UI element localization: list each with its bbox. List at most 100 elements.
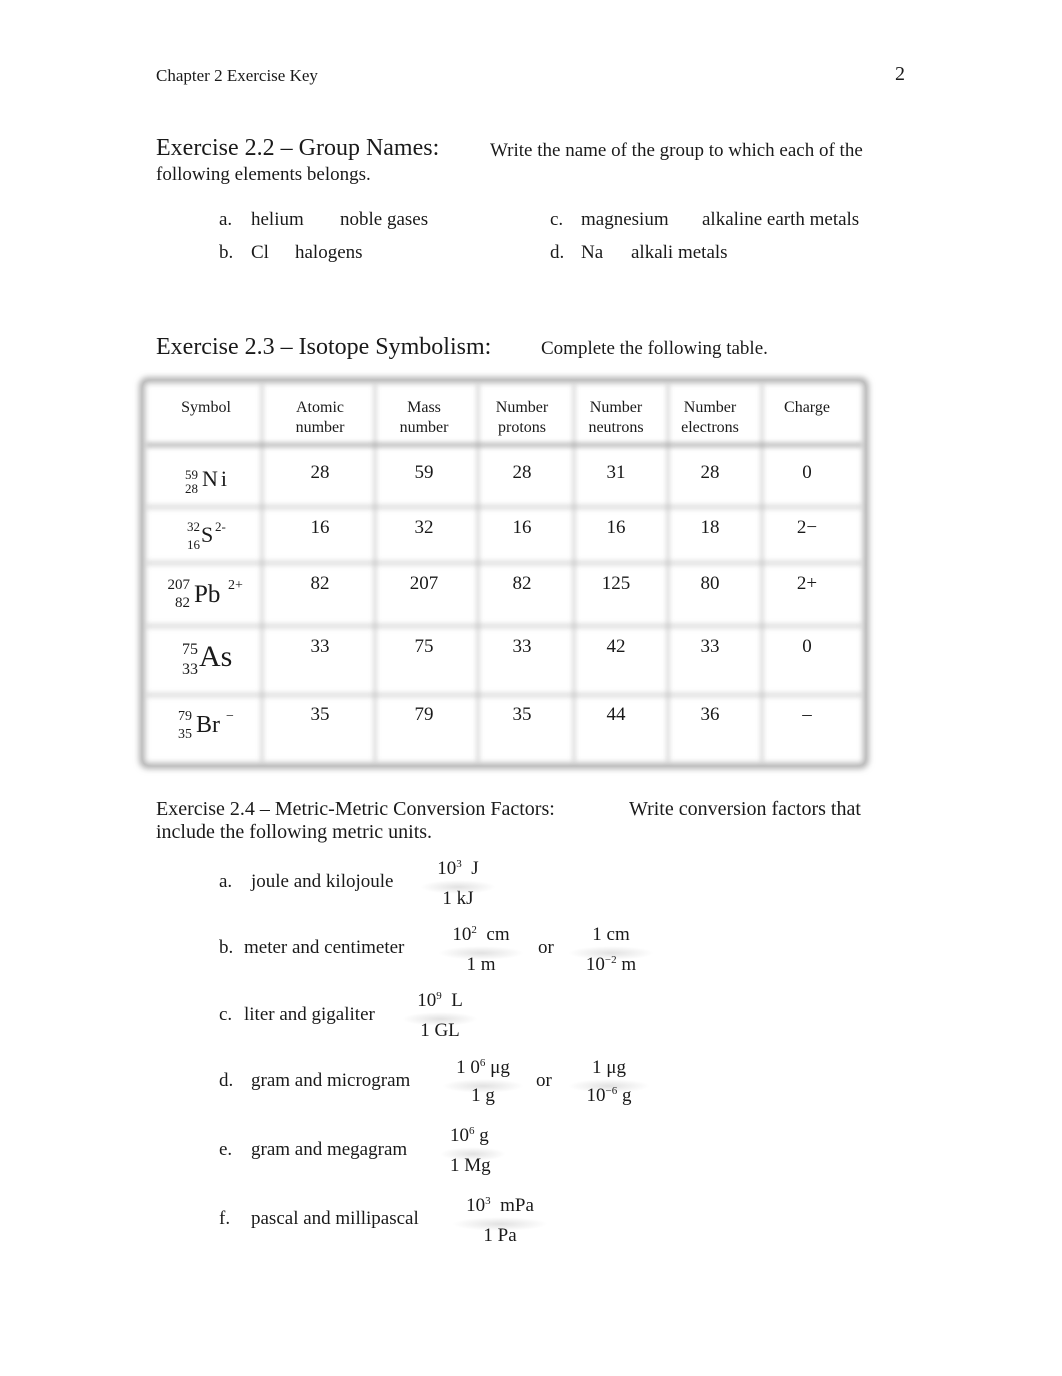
- header-line: Charge: [784, 399, 830, 416]
- item-element: Na: [581, 242, 604, 263]
- item-letter: d.: [550, 242, 565, 263]
- header-line: protons: [498, 419, 546, 436]
- header-line: Atomic: [296, 399, 344, 416]
- item-letter: a.: [219, 209, 233, 230]
- cell-charge: 2+: [796, 573, 818, 594]
- isotope-atomic-number: 33: [182, 661, 198, 678]
- isotope-element: S: [201, 522, 214, 547]
- isotope-ion-charge: −: [226, 709, 234, 724]
- isotope-symbol: 79 35 Br −: [174, 708, 264, 744]
- column-header-number-electrons: Number electrons: [664, 398, 756, 438]
- isotope-mass-number: 75: [182, 641, 198, 658]
- cell-neutrons: 44: [606, 704, 626, 725]
- fraction-text: 10: [437, 858, 457, 879]
- cell-electrons: 36: [700, 704, 720, 725]
- exponent: 6: [469, 1125, 475, 1137]
- cell-atomic-number: 16: [310, 517, 330, 538]
- item-label: meter and centimeter: [244, 937, 405, 958]
- item-answer: halogens: [295, 242, 363, 263]
- header-line: Mass: [407, 399, 441, 416]
- fraction-text: 10: [417, 990, 437, 1011]
- fraction-denominator: 1 m: [466, 954, 496, 975]
- fraction-denominator: 10−6 g: [578, 1085, 640, 1107]
- isotope-atomic-number: 35: [178, 727, 192, 742]
- cell-protons: 35: [512, 704, 532, 725]
- exercise-2-4-title: Exercise 2.4 – Metric-Metric Conversion …: [156, 798, 555, 820]
- column-header-symbol: Symbol: [146, 398, 266, 418]
- fraction-text: 10: [450, 1125, 469, 1146]
- cell-atomic-number: 82: [310, 573, 330, 594]
- fraction-text: mPa: [500, 1195, 534, 1216]
- cell-neutrons: 16: [606, 517, 626, 538]
- isotope-element: Ni: [202, 466, 230, 491]
- exponent: 2: [471, 924, 477, 936]
- header-line: number: [399, 419, 449, 436]
- column-header-charge: Charge: [762, 398, 852, 418]
- header-line: Number: [495, 399, 549, 416]
- fraction-text: g: [621, 1085, 632, 1106]
- fraction-text: J: [471, 858, 479, 879]
- or-label: or: [536, 1070, 552, 1091]
- cell-charge: –: [802, 704, 812, 725]
- isotope-symbol: 75 33 As: [178, 640, 268, 680]
- table-divider: [146, 504, 862, 510]
- isotope-element: As: [199, 640, 233, 673]
- fraction-text: 10: [452, 924, 472, 945]
- exponent: −6: [605, 1085, 618, 1097]
- exercise-2-2-title: Exercise 2.2 – Group Names:: [156, 135, 440, 161]
- isotope-element: Br: [196, 712, 220, 738]
- item-letter: c.: [550, 209, 564, 230]
- isotope-symbol: 207 82 Pb 2+: [164, 576, 264, 612]
- item-answer: noble gases: [340, 209, 429, 230]
- item-letter: c.: [219, 1004, 233, 1025]
- isotope-ion-charge: 2+: [228, 578, 243, 593]
- table-divider: [146, 692, 862, 698]
- cell-atomic-number: 33: [310, 636, 330, 657]
- fraction-text: 10: [586, 1085, 606, 1106]
- fraction-numerator: 102 cm: [448, 924, 514, 946]
- exponent: 3: [485, 1195, 491, 1207]
- item-label: liter and gigaliter: [244, 1004, 375, 1025]
- cell-protons: 16: [512, 517, 532, 538]
- fraction-text: L: [451, 990, 463, 1011]
- fraction-numerator: 103 mPa: [462, 1195, 538, 1217]
- cell-charge: 0: [802, 462, 812, 483]
- fraction-text: m: [621, 954, 637, 975]
- isotope-table: Symbol Atomic number Mass number Number pro…: [142, 380, 866, 766]
- cell-electrons: 18: [700, 517, 720, 538]
- cell-neutrons: 42: [606, 636, 626, 657]
- item-letter: f.: [219, 1208, 231, 1229]
- column-header-mass-number: Mass number: [376, 398, 472, 438]
- item-answer: alkaline earth metals: [702, 209, 860, 230]
- isotope-atomic-number: 28: [185, 481, 198, 496]
- page-number: 2: [895, 63, 905, 85]
- item-label: gram and microgram: [251, 1070, 411, 1091]
- fraction-numerator: 106 g: [450, 1125, 496, 1147]
- exercise-2-3-title: Exercise 2.3 – Isotope Symbolism:: [156, 334, 492, 360]
- isotope-mass-number: 79: [178, 709, 192, 724]
- fraction-denominator: 1 Pa: [483, 1225, 517, 1246]
- cell-protons: 82: [512, 573, 532, 594]
- isotope-symbol: 59 28 Ni: [180, 464, 260, 496]
- item-element: helium: [251, 209, 304, 230]
- cell-mass-number: 75: [414, 636, 434, 657]
- isotope-atomic-number: 16: [187, 537, 200, 552]
- isotope-mass-number: 32: [187, 519, 200, 534]
- cell-atomic-number: 28: [310, 462, 330, 483]
- item-answer: alkali metals: [631, 242, 728, 263]
- item-letter: a.: [219, 871, 233, 892]
- fraction-text: cm: [486, 924, 510, 945]
- or-label: or: [538, 937, 554, 958]
- exponent: 9: [436, 990, 442, 1002]
- item-letter: b.: [219, 937, 234, 958]
- table-divider: [146, 560, 862, 566]
- cell-electrons: 80: [700, 573, 720, 594]
- fraction-numerator: 1 06 μg: [452, 1057, 514, 1079]
- header-line: Number: [589, 399, 643, 416]
- exercise-2-2-instruction-cont: following elements belongs.: [156, 164, 371, 185]
- cell-charge: 2−: [796, 517, 818, 538]
- fraction-numerator: 103 J: [430, 858, 486, 880]
- exponent: −2: [604, 954, 617, 966]
- fraction-text: g: [479, 1125, 489, 1146]
- isotope-symbol: 32 16 S 2-: [184, 518, 264, 552]
